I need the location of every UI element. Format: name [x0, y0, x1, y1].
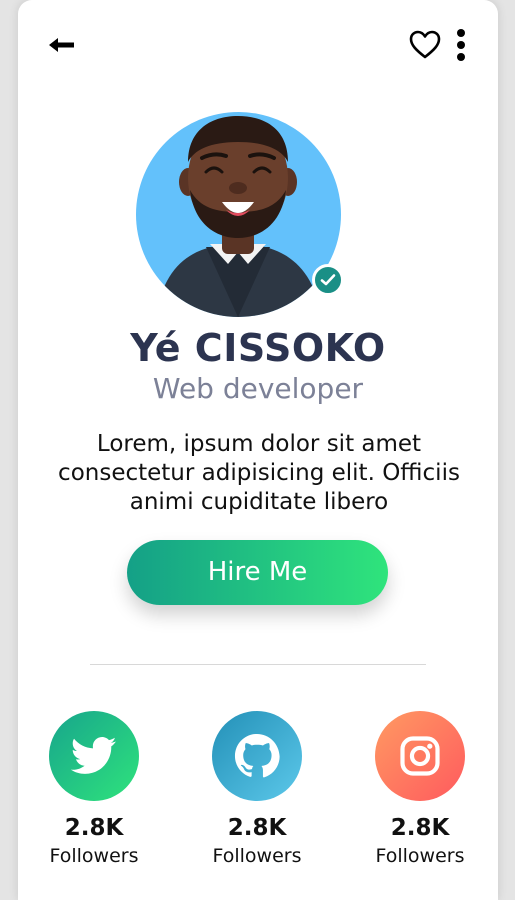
instagram-button[interactable] — [375, 711, 465, 801]
avatar-container — [136, 110, 346, 320]
hire-me-button[interactable]: Hire Me — [127, 540, 388, 605]
profile-name: Yé CISSOKO — [130, 326, 386, 370]
twitter-button[interactable] — [49, 711, 139, 801]
divider — [90, 664, 426, 665]
github-icon — [234, 733, 280, 778]
github-label: Followers — [212, 845, 302, 867]
heart-icon — [409, 30, 441, 59]
avatar-illustration — [156, 116, 322, 317]
instagram-label: Followers — [375, 845, 465, 867]
twitter-icon — [71, 737, 117, 774]
instagram-count: 2.8K — [390, 815, 450, 841]
arrow-left-icon — [49, 38, 74, 52]
profile-role: Web developer — [152, 372, 364, 405]
back-button[interactable] — [46, 30, 78, 60]
twitter-label: Followers — [49, 845, 139, 867]
check-badge-icon — [320, 274, 336, 286]
social-twitter: 2.8K Followers — [39, 711, 149, 867]
instagram-icon — [400, 736, 440, 776]
github-count: 2.8K — [227, 815, 287, 841]
favorite-button[interactable] — [408, 28, 442, 62]
github-button[interactable] — [212, 711, 302, 801]
profile-bio: Lorem, ipsum dolor sit amet consectetur … — [58, 431, 460, 515]
twitter-count: 2.8K — [64, 815, 124, 841]
more-options-button[interactable] — [452, 28, 470, 64]
verified-badge — [312, 264, 344, 296]
social-github: 2.8K Followers — [202, 711, 312, 867]
profile-card: Yé CISSOKO Web developer Lorem, ipsum do… — [18, 0, 498, 900]
avatar[interactable] — [136, 112, 341, 317]
vertical-dots-icon — [457, 29, 465, 61]
social-instagram: 2.8K Followers — [365, 711, 475, 867]
